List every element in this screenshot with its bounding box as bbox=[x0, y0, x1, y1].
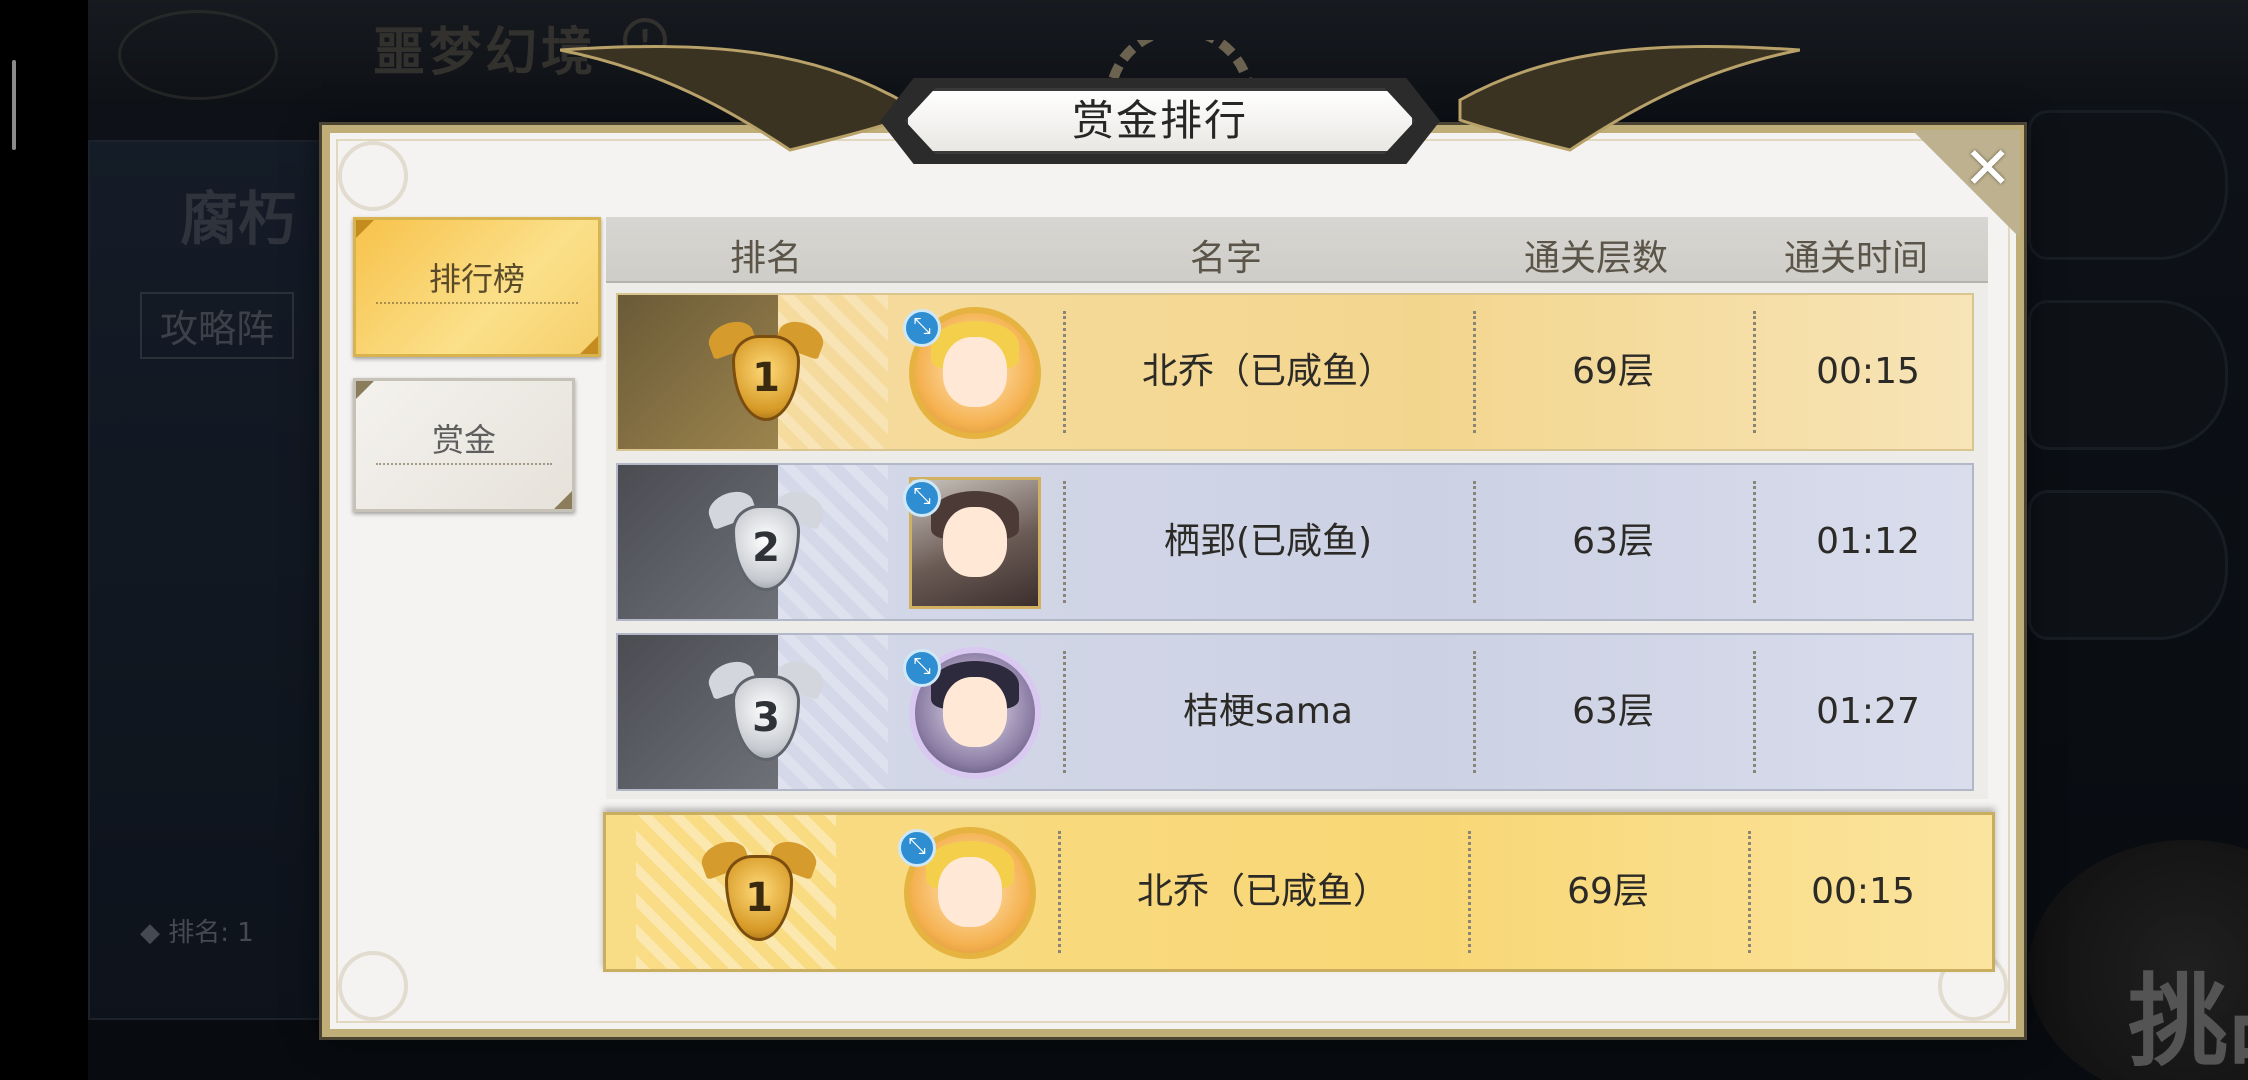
tab-corner bbox=[356, 220, 374, 238]
column-header-time: 通关时间 bbox=[1783, 238, 1928, 279]
archer-class-icon: ⤡ bbox=[903, 479, 941, 517]
avatar-face bbox=[938, 857, 1002, 927]
player-name: 北乔（已咸鱼） bbox=[1141, 351, 1394, 392]
rank-number: 1 bbox=[745, 875, 773, 921]
clear-time: 01:27 bbox=[1816, 691, 1920, 732]
tab-bounty[interactable]: 赏金 bbox=[353, 378, 575, 512]
table-row[interactable]: 3 ⤡ 桔梗sama 63层 01:27 bbox=[616, 633, 1974, 791]
archer-class-icon: ⤡ bbox=[903, 309, 941, 347]
rank-number: 1 bbox=[752, 355, 780, 401]
column-header-name: 名字 bbox=[1189, 238, 1262, 279]
rank-badge-silver-icon: 2 bbox=[704, 483, 828, 605]
tab-leaderboard-label: 排行榜 bbox=[428, 260, 525, 298]
rank-badge-gold-icon: 1 bbox=[697, 833, 821, 955]
floors-cleared: 69层 bbox=[1572, 351, 1654, 392]
avatar-face bbox=[943, 337, 1007, 407]
player-name: 北乔（已咸鱼） bbox=[1136, 871, 1389, 912]
archer-class-icon: ⤡ bbox=[903, 649, 941, 687]
column-header-floors: 通关层数 bbox=[1523, 238, 1668, 279]
tab-corner bbox=[356, 381, 374, 399]
floors-cleared: 63层 bbox=[1572, 691, 1654, 732]
corner-ornament bbox=[338, 141, 408, 211]
clear-time: 00:15 bbox=[1811, 871, 1915, 912]
rank-badge-silver-icon: 3 bbox=[704, 653, 828, 775]
tab-bounty-label: 赏金 bbox=[431, 421, 496, 459]
rank-number: 3 bbox=[752, 695, 780, 741]
floors-cleared: 63层 bbox=[1572, 521, 1654, 562]
avatar-face bbox=[943, 507, 1007, 577]
rank-number: 2 bbox=[752, 525, 780, 571]
table-header: 排名 名字 通关层数 通关时间 bbox=[606, 217, 1988, 283]
table-row[interactable]: 1 ⤡ 北乔（已咸鱼） 69层 00:15 bbox=[616, 293, 1974, 451]
clear-time: 00:15 bbox=[1816, 351, 1920, 392]
dialog-title: 赏金排行 bbox=[1071, 96, 1248, 145]
player-avatar[interactable]: ⤡ bbox=[896, 819, 1044, 967]
tab-corner bbox=[554, 491, 572, 509]
table-row[interactable]: 2 ⤡ 栖郢(已咸鱼) 63层 01:12 bbox=[616, 463, 1974, 621]
rank-badge-gold-icon: 1 bbox=[704, 313, 828, 435]
player-avatar[interactable]: ⤡ bbox=[901, 299, 1049, 447]
tab-leaderboard[interactable]: 排行榜 bbox=[353, 217, 601, 357]
ranking-table[interactable]: 排名 名字 通关层数 通关时间 1 ⤡ 北乔（已咸鱼） 69层 00:15 2 … bbox=[606, 217, 1988, 799]
player-avatar[interactable]: ⤡ bbox=[901, 639, 1049, 787]
system-edge-indicator bbox=[12, 60, 16, 150]
corner-ornament bbox=[338, 951, 408, 1021]
player-name: 栖郢(已咸鱼) bbox=[1163, 521, 1373, 562]
tab-divider bbox=[376, 463, 552, 465]
tab-divider bbox=[376, 302, 578, 304]
floors-cleared: 69层 bbox=[1567, 871, 1649, 912]
tab-corner bbox=[580, 336, 598, 354]
clear-time: 01:12 bbox=[1816, 521, 1920, 562]
player-name: 桔梗sama bbox=[1183, 691, 1353, 732]
player-avatar[interactable]: ⤡ bbox=[901, 469, 1049, 617]
avatar-face bbox=[943, 677, 1007, 747]
my-rank-row[interactable]: 1 ⤡ 北乔（已咸鱼） 69层 00:15 bbox=[603, 812, 1995, 972]
column-header-rank: 排名 bbox=[729, 238, 802, 279]
archer-class-icon: ⤡ bbox=[898, 829, 936, 867]
